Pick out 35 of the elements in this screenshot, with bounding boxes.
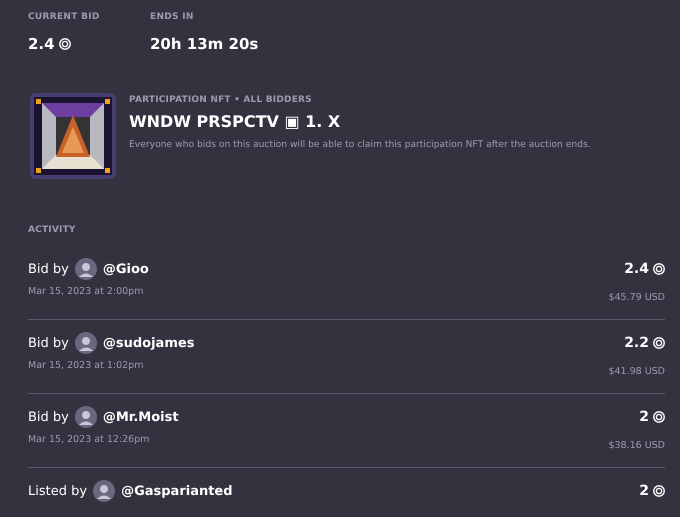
usd-value: $41.98 USD xyxy=(608,366,665,377)
username-link[interactable]: @sudojames xyxy=(102,336,194,350)
bid-amount: 2 xyxy=(639,483,649,499)
bid-date: Mar 15, 2023 at 2:00pm xyxy=(28,286,144,297)
avatar-icon xyxy=(74,332,97,354)
bid-date: Mar 15, 2023 at 12:26pm xyxy=(28,434,150,445)
coin-icon xyxy=(58,38,71,50)
bid-amount: 2.2 xyxy=(624,335,649,351)
nft-title: WNDW PRSPCTV ▣ 1. X xyxy=(129,112,342,131)
username-link[interactable]: @Mr.Moist xyxy=(102,410,179,424)
nft-eyebrow: PARTICIPATION NFT • ALL BIDDERS xyxy=(129,95,313,105)
coin-icon xyxy=(653,337,665,349)
activity-action: Listed by xyxy=(28,484,88,498)
avatar-icon xyxy=(93,480,116,502)
nft-description: Everyone who bids on this auction will be able to claim this participation NFT after the auction ends. xyxy=(129,139,591,150)
coin-icon xyxy=(653,485,665,497)
username-link[interactable]: @Gasparianted xyxy=(121,484,233,498)
coin-icon xyxy=(653,411,665,423)
section-heading: ACTIVITY xyxy=(28,225,76,235)
stat-label: CURRENT BID xyxy=(28,12,101,22)
coin-icon xyxy=(653,263,665,275)
activity-action: Bid by xyxy=(28,410,69,424)
usd-value: $38.16 USD xyxy=(608,440,665,451)
bid-amount: 2 xyxy=(639,409,649,425)
username-link[interactable]: @Gioo xyxy=(102,262,149,276)
activity-action: Bid by xyxy=(28,262,69,276)
stat-label: ENDS IN xyxy=(150,12,195,22)
avatar-icon xyxy=(74,258,97,280)
bid-amount: 2.4 xyxy=(624,261,649,277)
bid-date: Mar 15, 2023 at 1:02pm xyxy=(28,360,144,371)
stat-value: 2.4 xyxy=(28,35,55,53)
activity-action: Bid by xyxy=(28,336,69,350)
usd-value: $45.79 USD xyxy=(608,292,665,303)
stat-value: 20h 13m 20s xyxy=(150,35,258,53)
avatar-icon xyxy=(74,406,97,428)
